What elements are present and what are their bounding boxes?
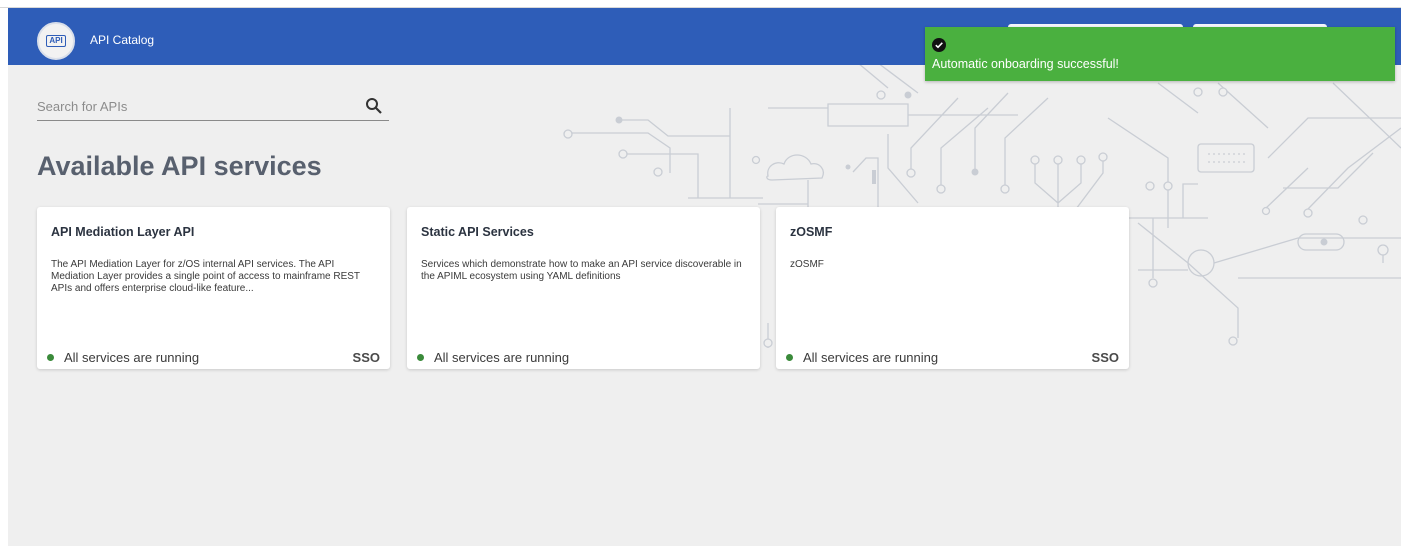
app-title: API Catalog — [90, 33, 155, 47]
card-title: API Mediation Layer API — [51, 225, 195, 239]
card-status: All services are running — [417, 350, 569, 365]
search-input[interactable] — [37, 96, 347, 116]
success-toast: Automatic onboarding successful! — [925, 27, 1395, 81]
card-title: Static API Services — [421, 225, 534, 239]
logo-text: API — [46, 35, 66, 47]
status-dot-icon — [47, 354, 54, 361]
card-description: Services which demonstrate how to make a… — [421, 259, 742, 282]
search-bar — [37, 94, 389, 121]
top-strip — [0, 0, 1401, 8]
status-dot-icon — [417, 354, 424, 361]
check-circle-icon — [932, 38, 946, 52]
api-catalog-logo[interactable]: API — [37, 22, 75, 60]
card-title: zOSMF — [790, 225, 833, 239]
card-status: All services are running — [47, 350, 199, 365]
card-description: The API Mediation Layer for z/OS interna… — [51, 259, 360, 294]
sso-badge: SSO — [352, 350, 380, 365]
search-icon[interactable] — [365, 97, 383, 115]
page-title: Available API services — [37, 151, 322, 181]
status-dot-icon — [786, 354, 793, 361]
status-text: All services are running — [434, 350, 570, 365]
api-card[interactable]: API Mediation Layer API The API Mediatio… — [37, 207, 390, 369]
api-card[interactable]: Static API Services Services which demon… — [407, 207, 760, 369]
card-description: zOSMF — [790, 259, 824, 270]
sso-badge: SSO — [1091, 350, 1119, 365]
card-status: All services are running — [786, 350, 938, 365]
toast-message: Automatic onboarding successful! — [932, 57, 1119, 71]
api-card[interactable]: zOSMF zOSMF All services are running SSO — [776, 207, 1129, 369]
status-text: All services are running — [64, 350, 200, 365]
status-text: All services are running — [803, 350, 939, 365]
